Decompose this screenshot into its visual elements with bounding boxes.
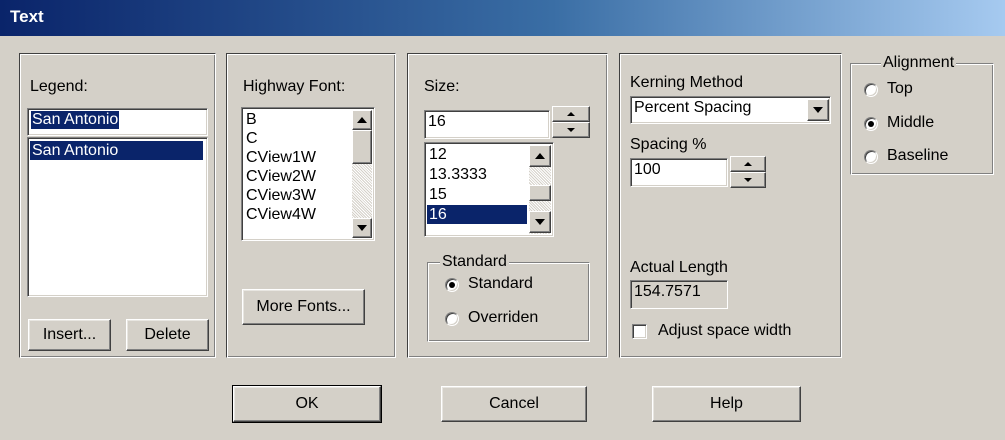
- middle-radio-label[interactable]: Middle: [887, 114, 934, 132]
- font-list-item[interactable]: CView2W: [244, 167, 346, 186]
- more-fonts-button[interactable]: More Fonts...: [242, 289, 365, 325]
- font-list-item[interactable]: CView1W: [244, 148, 346, 167]
- size-panel: Size: 16 12 13.3333 15 16 Standard Stand…: [407, 53, 608, 358]
- spacing-spin-up-button[interactable]: [730, 156, 766, 172]
- top-radio[interactable]: [864, 83, 878, 97]
- insert-button[interactable]: Insert...: [28, 319, 111, 351]
- size-input[interactable]: 16: [424, 110, 550, 139]
- size-scroll-down-button[interactable]: [529, 211, 551, 233]
- spin-up-icon: [567, 112, 575, 116]
- size-list-item[interactable]: 12: [427, 145, 527, 164]
- legend-panel: Legend: San Antonio San Antonio Insert..…: [19, 53, 216, 358]
- actual-length-value: 154.7571: [634, 283, 701, 300]
- scroll-up-icon: [357, 117, 367, 123]
- text-dialog: Text Legend: San Antonio San Antonio Ins…: [0, 0, 1005, 440]
- spacing-spin-down-button[interactable]: [730, 172, 766, 188]
- font-scroll-up-button[interactable]: [352, 110, 372, 130]
- dropdown-arrow-icon: [813, 107, 823, 113]
- standard-radio[interactable]: [445, 278, 459, 292]
- scroll-up-icon: [535, 153, 545, 159]
- legend-input[interactable]: San Antonio: [27, 108, 208, 136]
- actual-length-field: 154.7571: [630, 280, 728, 309]
- actual-length-label: Actual Length: [630, 259, 728, 276]
- size-scroll-up-button[interactable]: [529, 145, 551, 167]
- title-bar[interactable]: Text: [0, 0, 1005, 36]
- legend-label: Legend:: [30, 78, 88, 95]
- middle-radio[interactable]: [864, 117, 878, 131]
- cancel-button[interactable]: Cancel: [441, 386, 587, 422]
- top-radio-label[interactable]: Top: [887, 80, 913, 98]
- highway-font-panel: Highway Font: B C CView1W CView2W CView3…: [226, 53, 396, 358]
- legend-list[interactable]: San Antonio: [27, 137, 208, 297]
- font-list-item[interactable]: B: [244, 110, 346, 129]
- overriden-radio[interactable]: [445, 312, 459, 326]
- help-button[interactable]: Help: [652, 386, 801, 422]
- delete-button-label: Delete: [144, 326, 191, 343]
- size-spin-down-button[interactable]: [552, 122, 590, 138]
- kerning-method-select[interactable]: Percent Spacing: [630, 96, 831, 124]
- insert-button-label: Insert...: [42, 326, 97, 343]
- kerning-dropdown-button[interactable]: [807, 99, 829, 121]
- overriden-radio-label[interactable]: Overriden: [468, 309, 538, 327]
- alignment-group-title: Alignment: [881, 54, 957, 72]
- legend-input-value: San Antonio: [31, 111, 120, 129]
- baseline-radio[interactable]: [864, 150, 878, 164]
- size-list-item[interactable]: 15: [427, 185, 527, 204]
- font-list-item[interactable]: C: [244, 129, 346, 148]
- delete-button[interactable]: Delete: [126, 319, 209, 351]
- standard-group: Standard Standard Overriden: [427, 253, 590, 342]
- alignment-group: Alignment Top Middle Baseline: [850, 54, 994, 175]
- ok-button-label: OK: [295, 395, 319, 412]
- standard-radio-label[interactable]: Standard: [468, 275, 533, 293]
- size-spin-up-button[interactable]: [552, 106, 590, 122]
- highway-font-label: Highway Font:: [243, 78, 346, 95]
- size-scroll-thumb[interactable]: [529, 185, 551, 201]
- baseline-radio-label[interactable]: Baseline: [887, 147, 948, 165]
- spin-down-icon: [744, 178, 752, 182]
- spacing-input-value: 100: [634, 161, 661, 178]
- font-list-item[interactable]: CView4W: [244, 205, 346, 224]
- spin-up-icon: [744, 162, 752, 166]
- help-button-label: Help: [710, 395, 743, 412]
- size-input-value: 16: [428, 113, 446, 130]
- kerning-method-value: Percent Spacing: [634, 99, 752, 116]
- adjust-space-checkbox[interactable]: [632, 324, 647, 339]
- size-list[interactable]: 12 13.3333 15 16: [424, 142, 554, 237]
- legend-list-item[interactable]: San Antonio: [30, 141, 203, 160]
- ok-button[interactable]: OK: [232, 385, 382, 423]
- spin-down-icon: [567, 128, 575, 132]
- window-title: Text: [10, 7, 44, 26]
- size-list-item[interactable]: 16: [427, 205, 527, 224]
- size-label: Size:: [424, 78, 460, 95]
- font-scroll-down-button[interactable]: [352, 218, 372, 238]
- spacing-label: Spacing %: [630, 136, 707, 153]
- spacing-input[interactable]: 100: [630, 158, 728, 187]
- kerning-panel: Kerning Method Percent Spacing Spacing %…: [619, 53, 842, 358]
- highway-font-list[interactable]: B C CView1W CView2W CView3W CView4W: [241, 107, 375, 241]
- font-list-item[interactable]: CView3W: [244, 186, 346, 205]
- size-list-item[interactable]: 13.3333: [427, 165, 527, 184]
- more-fonts-label: More Fonts...: [256, 298, 351, 315]
- standard-group-title: Standard: [440, 253, 509, 271]
- font-scroll-thumb[interactable]: [352, 130, 372, 164]
- kerning-method-label: Kerning Method: [630, 74, 743, 91]
- adjust-space-label[interactable]: Adjust space width: [658, 322, 791, 340]
- scroll-down-icon: [357, 225, 367, 231]
- cancel-button-label: Cancel: [489, 395, 539, 412]
- scroll-down-icon: [535, 219, 545, 225]
